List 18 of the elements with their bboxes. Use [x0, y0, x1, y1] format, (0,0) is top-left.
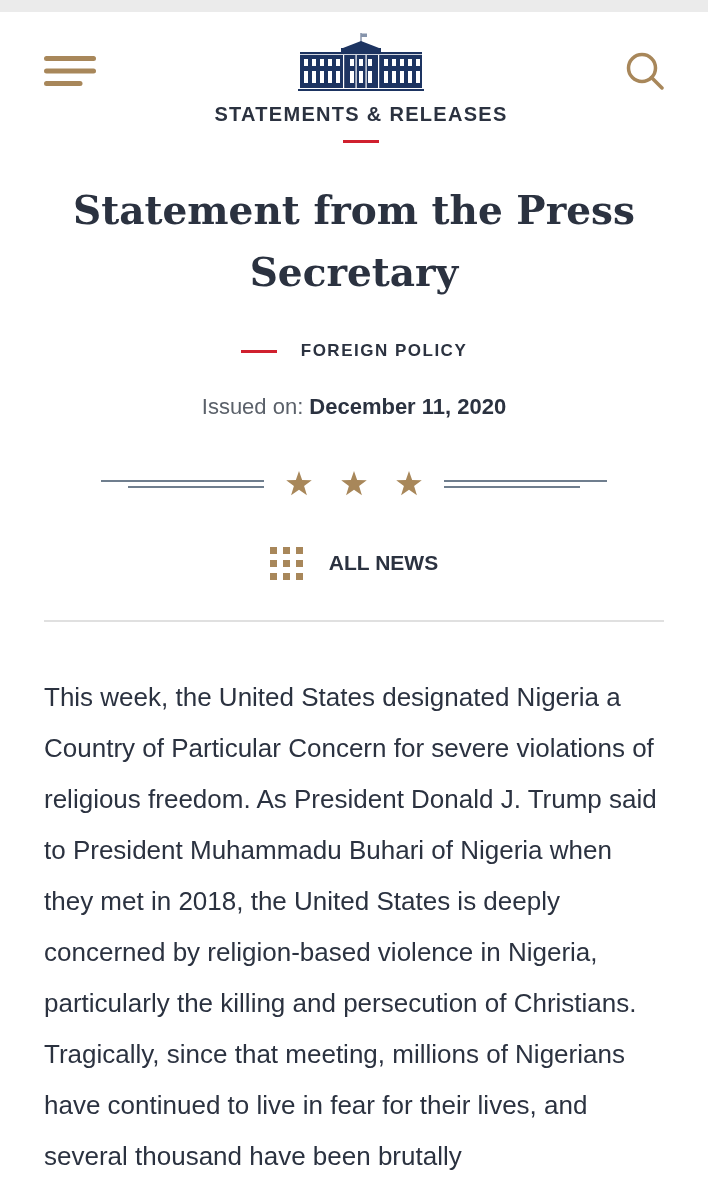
search-icon — [626, 52, 664, 90]
issued-date: December 11, 2020 — [309, 393, 507, 421]
menu-icon — [44, 56, 96, 86]
star-icon — [341, 471, 367, 496]
article-paragraph: This week, the United States designated Nigeria a Country of Particular Concern for severe violations of religious freedom. As President Donald J. Trump said to President Muhammadu Buhari of Nigeria when they met in 2018, the United States is deeply concerned by religion-based violence in Nigeria, particularly the killing and persecution of Christians. Tragically, since that meeting, millions of Nigerians have continued to live in fear for their lives, and several thousand have been brutally — [44, 681, 658, 1173]
search-button[interactable] — [626, 52, 664, 90]
star-icon — [396, 471, 422, 496]
grid-icon — [269, 546, 303, 580]
star-icon — [286, 471, 312, 496]
accent-line — [343, 140, 379, 143]
article-title: Statement from the Press Secretary — [72, 186, 636, 297]
issued-label: Issued on: — [201, 393, 304, 421]
menu-button[interactable] — [44, 56, 96, 86]
all-news-link[interactable]: ALL NEWS — [269, 546, 439, 580]
accent-dash — [240, 349, 277, 353]
section-title[interactable]: STATEMENTS & RELEASES — [214, 102, 508, 126]
category-link[interactable]: FOREIGN POLICY — [300, 339, 468, 363]
building-logo-icon — [298, 33, 424, 93]
